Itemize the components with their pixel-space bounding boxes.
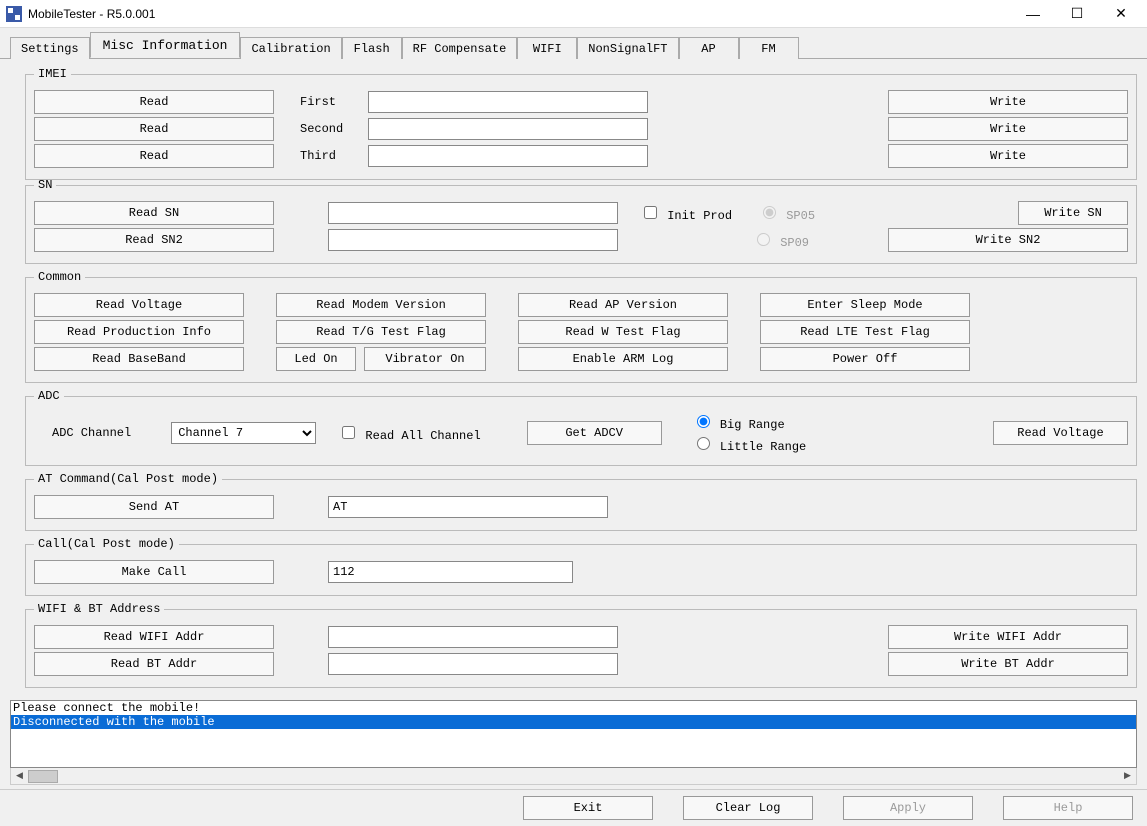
call-number-input[interactable] (328, 561, 573, 583)
app-icon (6, 6, 22, 22)
write-sn2-button[interactable]: Write SN2 (888, 228, 1128, 252)
read-lte-test-flag-button[interactable]: Read LTE Test Flag (760, 320, 970, 344)
big-range-radio[interactable] (697, 415, 710, 428)
adc-read-voltage-button[interactable]: Read Voltage (993, 421, 1128, 445)
bt-addr-input[interactable] (328, 653, 618, 675)
enter-sleep-mode-button[interactable]: Enter Sleep Mode (760, 293, 970, 317)
scroll-left-icon[interactable]: ◀ (11, 769, 28, 784)
led-on-button[interactable]: Led On (276, 347, 356, 371)
exit-button[interactable]: Exit (523, 796, 653, 820)
tab-rf-compensate[interactable]: RF Compensate (402, 37, 518, 59)
common-legend: Common (34, 270, 85, 284)
read-modem-version-button[interactable]: Read Modem Version (276, 293, 486, 317)
scroll-thumb[interactable] (28, 770, 58, 783)
adc-group: ADC ADC Channel Channel 7 Read All Chann… (25, 389, 1137, 466)
at-command-legend: AT Command(Cal Post mode) (34, 472, 222, 486)
make-call-button[interactable]: Make Call (34, 560, 274, 584)
write-sn-button[interactable]: Write SN (1018, 201, 1128, 225)
power-off-button[interactable]: Power Off (760, 347, 970, 371)
adc-legend: ADC (34, 389, 64, 403)
common-group: Common Read Voltage Read Modem Version R… (25, 270, 1137, 383)
read-tg-test-flag-button[interactable]: Read T/G Test Flag (276, 320, 486, 344)
wifi-addr-input[interactable] (328, 626, 618, 648)
read-w-test-flag-button[interactable]: Read W Test Flag (518, 320, 728, 344)
tab-ap[interactable]: AP (679, 37, 739, 59)
maximize-button[interactable]: ☐ (1055, 1, 1099, 27)
read-bt-addr-button[interactable]: Read BT Addr (34, 652, 274, 676)
call-group: Call(Cal Post mode) Make Call (25, 537, 1137, 596)
bottom-bar: Exit Clear Log Apply Help (0, 789, 1147, 826)
write-bt-addr-button[interactable]: Write BT Addr (888, 652, 1128, 676)
enable-arm-log-button[interactable]: Enable ARM Log (518, 347, 728, 371)
imei-third-input[interactable] (368, 145, 648, 167)
read-baseband-button[interactable]: Read BaseBand (34, 347, 244, 371)
sn-legend: SN (34, 178, 56, 192)
log-line-selected: Disconnected with the mobile (11, 715, 1136, 729)
adc-channel-select[interactable]: Channel 7 (171, 422, 316, 444)
read-all-channel-checkbox-label[interactable]: Read All Channel (338, 423, 480, 443)
little-range-radio[interactable] (697, 437, 710, 450)
adc-channel-label: ADC Channel (52, 426, 131, 440)
wifi-bt-legend: WIFI & BT Address (34, 602, 164, 616)
titlebar: MobileTester - R5.0.001 — ☐ ✕ (0, 0, 1147, 28)
sp09-radio-label: SP09 (752, 236, 809, 250)
imei-read-third-button[interactable]: Read (34, 144, 274, 168)
at-command-input[interactable] (328, 496, 608, 518)
imei-second-input[interactable] (368, 118, 648, 140)
imei-write-first-button[interactable]: Write (888, 90, 1128, 114)
minimize-button[interactable]: — (1011, 1, 1055, 27)
sn2-input[interactable] (328, 229, 618, 251)
big-range-radio-label[interactable]: Big Range (692, 412, 807, 432)
imei-legend: IMEI (34, 67, 71, 81)
imei-third-label: Third (300, 149, 360, 163)
imei-first-label: First (300, 95, 360, 109)
get-adcv-button[interactable]: Get ADCV (527, 421, 662, 445)
sp05-radio-label: SP05 (758, 209, 815, 223)
tab-nonsignalft[interactable]: NonSignalFT (577, 37, 678, 59)
read-sn2-button[interactable]: Read SN2 (34, 228, 274, 252)
call-legend: Call(Cal Post mode) (34, 537, 179, 551)
read-ap-version-button[interactable]: Read AP Version (518, 293, 728, 317)
wifi-bt-group: WIFI & BT Address Read WIFI Addr Write W… (25, 602, 1137, 688)
read-production-info-button[interactable]: Read Production Info (34, 320, 244, 344)
sn-input[interactable] (328, 202, 618, 224)
close-button[interactable]: ✕ (1099, 1, 1143, 27)
imei-read-second-button[interactable]: Read (34, 117, 274, 141)
imei-write-third-button[interactable]: Write (888, 144, 1128, 168)
read-wifi-addr-button[interactable]: Read WIFI Addr (34, 625, 274, 649)
sp05-radio (763, 206, 776, 219)
log-output: Please connect the mobile! Disconnected … (10, 700, 1137, 768)
write-wifi-addr-button[interactable]: Write WIFI Addr (888, 625, 1128, 649)
read-voltage-button[interactable]: Read Voltage (34, 293, 244, 317)
tab-bar: Settings Misc Information Calibration Fl… (0, 28, 1147, 59)
scroll-right-icon[interactable]: ▶ (1119, 769, 1136, 784)
tab-calibration[interactable]: Calibration (240, 37, 341, 59)
window-title: MobileTester - R5.0.001 (28, 7, 155, 21)
horizontal-scrollbar[interactable]: ◀ ▶ (10, 768, 1137, 785)
imei-group: IMEI Read First Write Read Second Write … (25, 67, 1137, 180)
tab-flash[interactable]: Flash (342, 37, 402, 59)
tab-settings[interactable]: Settings (10, 37, 90, 59)
vibrator-on-button[interactable]: Vibrator On (364, 347, 486, 371)
read-sn-button[interactable]: Read SN (34, 201, 274, 225)
apply-button[interactable]: Apply (843, 796, 973, 820)
clear-log-button[interactable]: Clear Log (683, 796, 813, 820)
init-prod-checkbox-label[interactable]: Init Prod (640, 203, 732, 223)
imei-first-input[interactable] (368, 91, 648, 113)
little-range-radio-label[interactable]: Little Range (692, 434, 807, 454)
help-button[interactable]: Help (1003, 796, 1133, 820)
tab-wifi[interactable]: WIFI (517, 37, 577, 59)
send-at-button[interactable]: Send AT (34, 495, 274, 519)
imei-read-first-button[interactable]: Read (34, 90, 274, 114)
sp09-radio (757, 233, 770, 246)
init-prod-checkbox[interactable] (644, 206, 657, 219)
tab-fm[interactable]: FM (739, 37, 799, 59)
log-line: Please connect the mobile! (11, 701, 1136, 715)
imei-second-label: Second (300, 122, 360, 136)
at-command-group: AT Command(Cal Post mode) Send AT (25, 472, 1137, 531)
sn-group: SN Read SN Init Prod SP05 Write SN Read … (25, 178, 1137, 264)
read-all-channel-checkbox[interactable] (342, 426, 355, 439)
imei-write-second-button[interactable]: Write (888, 117, 1128, 141)
tab-misc-information[interactable]: Misc Information (90, 32, 241, 58)
